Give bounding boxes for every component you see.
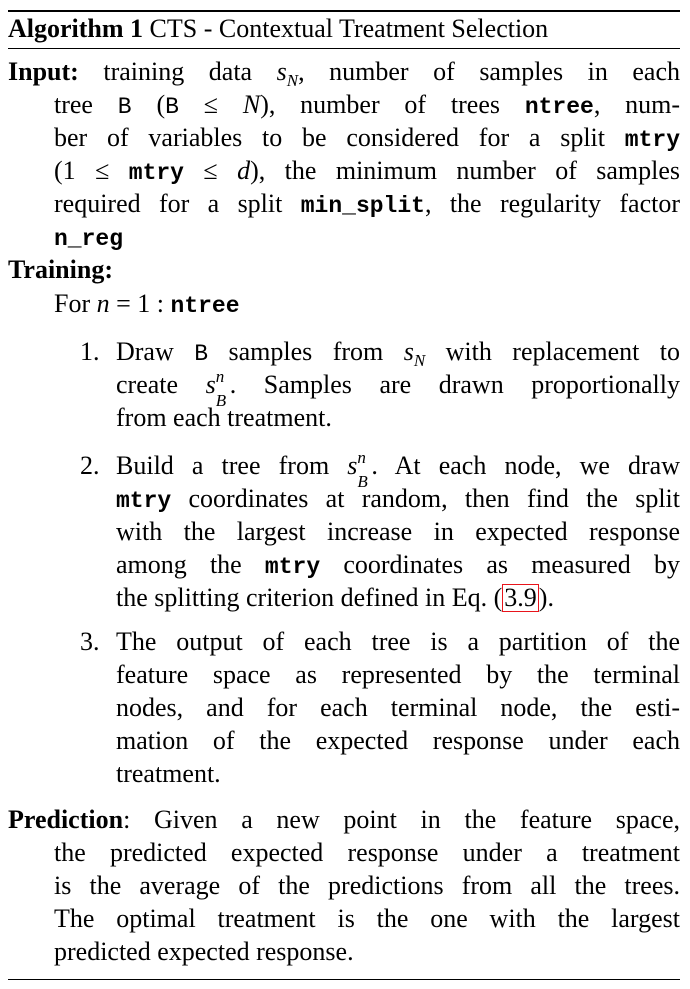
step-2-line-5: the splitting criterion defined in Eq. (… [116, 583, 554, 612]
prediction-line-4: The optimal treatment is the one with th… [54, 904, 680, 933]
step-2-line-4: among the mtry coordinates as measured b… [116, 550, 680, 580]
step-2-line-3: with the largest increase in expected re… [116, 517, 680, 546]
input-line-1: Input: training data sN, number of sampl… [8, 57, 681, 91]
step-2-line-1: Build a tree from snB. At each node, we … [116, 448, 680, 491]
prediction-line-1: Prediction: Given a new point in the fea… [8, 805, 680, 834]
input-line-3: ber of variables to be considered for a … [54, 123, 681, 153]
prediction-line-5: predicted expected response. [54, 937, 354, 966]
step-3-line-5: treatment. [116, 759, 221, 788]
step-3-line-3: nodes, and for each terminal node, the e… [116, 693, 680, 722]
step-3-line-1: The output of each tree is a partition o… [116, 627, 680, 656]
training-label: Training: [8, 255, 113, 284]
input-line-4: (1 ≤ mtry ≤ d), the minimum number of sa… [54, 156, 681, 186]
input-line-5: required for a split min_split, the regu… [54, 189, 681, 219]
step-1-number: 1. [80, 337, 100, 366]
prediction-label: Prediction [8, 805, 124, 834]
bottom-rule [8, 979, 680, 980]
step-1-line-2: create snB. Samples are drawn proportion… [116, 367, 681, 410]
step-2-line-2: mtry coordinates at random, then find th… [116, 484, 680, 514]
prediction-line-2: the predicted expected response under a … [54, 838, 680, 867]
step-1-line-3: from each treatment. [116, 403, 332, 432]
step-2-number: 2. [80, 451, 100, 480]
algorithm-number: Algorithm 1 [8, 14, 144, 43]
equation-reference-link[interactable]: 3.9 [502, 584, 539, 612]
step-3-line-4: mation of the expected response under ea… [116, 726, 680, 755]
for-loop-line: For n = 1 : ntree [54, 289, 240, 319]
input-line-6: n_reg [54, 226, 124, 252]
step-1-line-1: Draw B samples from sN with replacement … [116, 337, 681, 371]
input-line-2: tree B (B ≤ N), number of trees ntree, n… [54, 90, 681, 120]
input-label: Input: [8, 57, 79, 86]
step-3-line-2: feature space as represented by the term… [116, 660, 680, 689]
prediction-line-3: is the average of the predictions from a… [54, 871, 680, 900]
step-3-number: 3. [80, 627, 100, 656]
algorithm-title: Algorithm 1 CTS - Contextual Treatment S… [8, 12, 680, 46]
title-rule [8, 48, 680, 49]
algorithm-name: CTS - Contextual Treatment Selection [149, 14, 549, 43]
